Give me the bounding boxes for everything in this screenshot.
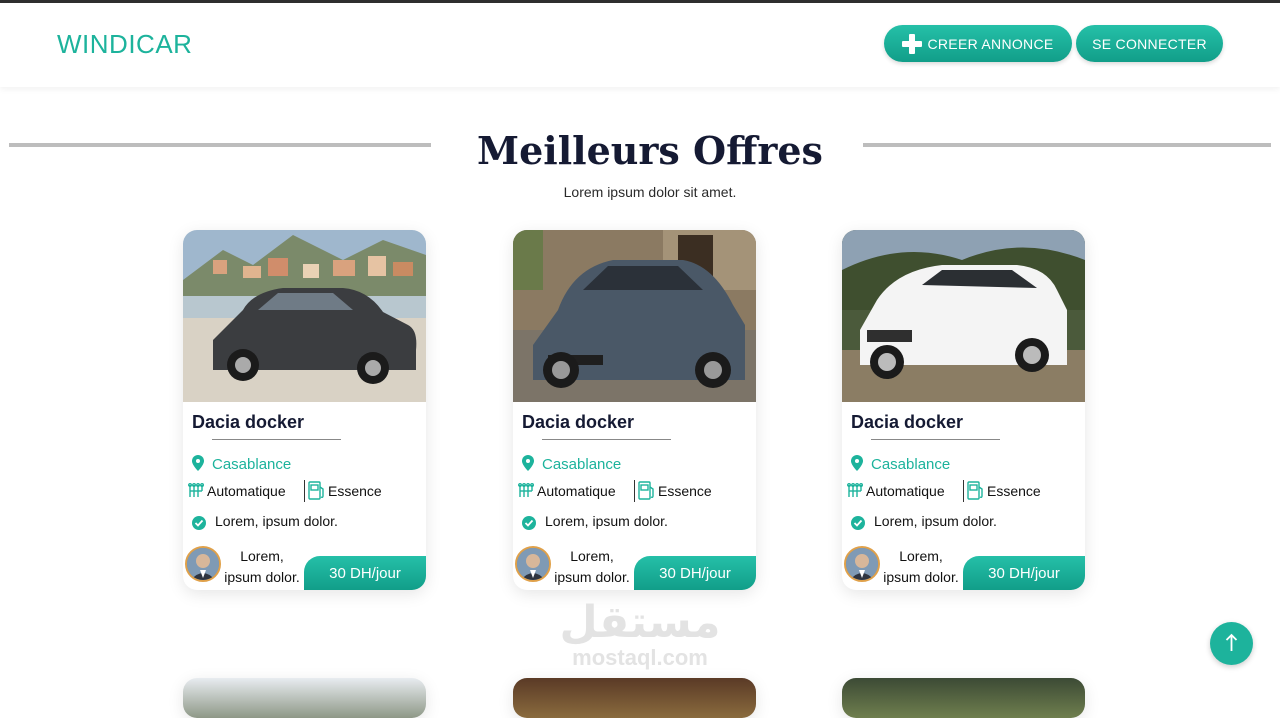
spec-divider: [963, 480, 964, 502]
gearbox-icon: [518, 483, 534, 497]
check-circle-icon: [522, 516, 536, 530]
login-button[interactable]: SE CONNECTER: [1076, 25, 1223, 62]
car-image[interactable]: [513, 230, 756, 402]
check-circle-icon: [851, 516, 865, 530]
car-image[interactable]: [842, 230, 1085, 402]
fuel-type: Essence: [658, 483, 712, 499]
transmission: Automatique: [207, 483, 286, 499]
check-circle-icon: [192, 516, 206, 530]
car-city: Casablance: [212, 456, 292, 473]
fuel-pump-icon: [638, 481, 654, 500]
price-badge[interactable]: 30 DH/jour: [634, 556, 756, 590]
owner-name: Lorem, ipsum dolor.: [883, 548, 959, 585]
name-divider: [542, 439, 671, 440]
owner-avatar[interactable]: [515, 546, 551, 582]
name-divider: [212, 439, 341, 440]
watermark: مستقل mostaql.com: [555, 600, 725, 670]
section-title: Meilleurs Offres: [477, 128, 823, 173]
price-badge[interactable]: 30 DH/jour: [304, 556, 426, 590]
owner-name: Lorem, ipsum dolor.: [554, 548, 630, 585]
car-feature: Lorem, ipsum dolor.: [545, 513, 668, 529]
spec-divider: [304, 480, 305, 502]
offer-card[interactable]: Dacia docker Casablance Automatique Esse…: [842, 230, 1085, 590]
section-subtitle: Lorem ipsum dolor sit amet.: [563, 184, 737, 200]
create-listing-button[interactable]: CREER ANNONCE: [884, 25, 1072, 62]
car-name[interactable]: Dacia docker: [851, 412, 963, 433]
gearbox-icon: [188, 483, 204, 497]
offer-card-partial[interactable]: [183, 678, 426, 718]
car-feature: Lorem, ipsum dolor.: [215, 513, 338, 529]
price-badge[interactable]: 30 DH/jour: [963, 556, 1085, 590]
offer-card-partial[interactable]: [842, 678, 1085, 718]
owner-name: Lorem, ipsum dolor.: [224, 548, 300, 585]
site-header: WINDICAR CREER ANNONCE SE CONNECTER: [0, 3, 1280, 87]
name-divider: [871, 439, 1000, 440]
watermark-latin: mostaql.com: [572, 645, 708, 670]
transmission: Automatique: [537, 483, 616, 499]
map-pin-icon: [192, 455, 204, 471]
car-name[interactable]: Dacia docker: [192, 412, 304, 433]
fuel-type: Essence: [987, 483, 1041, 499]
car-name[interactable]: Dacia docker: [522, 412, 634, 433]
plus-icon: [902, 33, 923, 54]
spec-divider: [634, 480, 635, 502]
brand-logo[interactable]: WINDICAR: [57, 29, 192, 60]
gearbox-icon: [847, 483, 863, 497]
fuel-type: Essence: [328, 483, 382, 499]
offer-card-partial[interactable]: [513, 678, 756, 718]
car-city: Casablance: [871, 456, 951, 473]
car-feature: Lorem, ipsum dolor.: [874, 513, 997, 529]
offer-card[interactable]: Dacia docker Casablance Automatique Esse…: [513, 230, 756, 590]
map-pin-icon: [851, 455, 863, 471]
create-listing-label: CREER ANNONCE: [927, 35, 1054, 52]
watermark-arabic: مستقل: [559, 597, 721, 648]
title-rule-left: [9, 143, 431, 147]
arrow-up-icon: [1225, 633, 1238, 651]
car-city: Casablance: [542, 456, 622, 473]
login-label: SE CONNECTER: [1092, 35, 1207, 52]
scroll-to-top-button[interactable]: [1210, 622, 1253, 665]
offer-card[interactable]: Dacia docker Casablance Automatique Esse…: [183, 230, 426, 590]
owner-avatar[interactable]: [185, 546, 221, 582]
owner-avatar[interactable]: [844, 546, 880, 582]
fuel-pump-icon: [308, 481, 324, 500]
map-pin-icon: [522, 455, 534, 471]
title-rule-right: [863, 143, 1271, 147]
fuel-pump-icon: [967, 481, 983, 500]
car-image[interactable]: [183, 230, 426, 402]
transmission: Automatique: [866, 483, 945, 499]
